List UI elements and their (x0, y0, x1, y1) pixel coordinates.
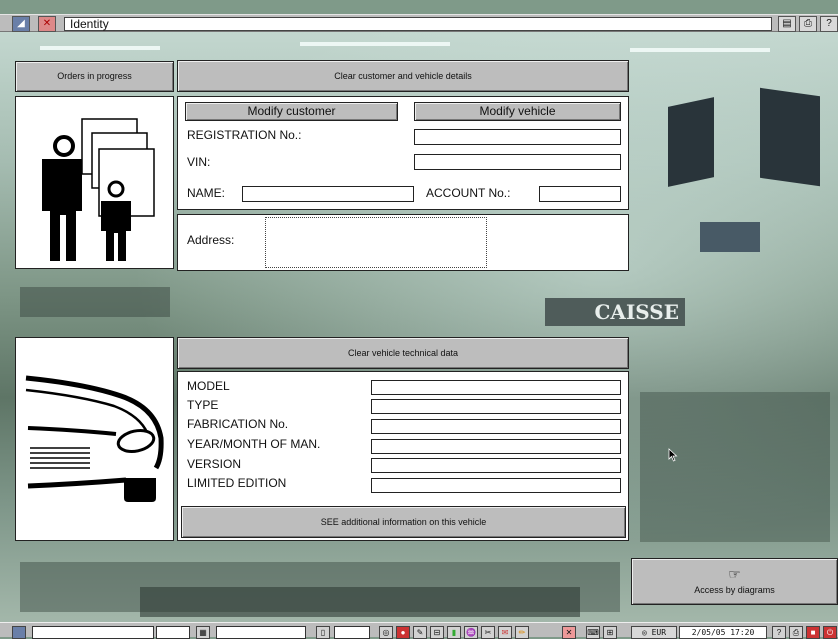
account-label: ACCOUNT No.: (426, 186, 511, 200)
status-bar: ▦ ▯ ◎ ● ✎ ⊟ ▮ ♒ ✂ ✉ ✏ ✕ ⌨ ⊞ ◎ EUR 2/05/0… (0, 622, 838, 639)
model-label: MODEL (187, 379, 230, 393)
vehicle-illustration (15, 337, 174, 541)
name-label: NAME: (187, 186, 226, 200)
wrench-icon[interactable]: ✂ (481, 626, 495, 639)
version-field[interactable] (371, 458, 621, 473)
version-label: VERSION (187, 457, 242, 471)
registration-label: REGISTRATION No.: (187, 128, 302, 142)
app-icon[interactable]: ◢ (12, 16, 30, 32)
hanging-banner (668, 97, 714, 187)
address-field[interactable] (265, 217, 487, 268)
store-shelf (640, 392, 830, 542)
caisse-sign: CAISSE (545, 298, 685, 326)
document-icon[interactable]: ▯ (316, 626, 330, 639)
network-icon[interactable]: ⊟ (430, 626, 444, 639)
pointing-hand-icon: ☞ (728, 566, 741, 582)
vehicle-form-panel: MODEL TYPE FABRICATION No. YEAR/MONTH OF… (177, 371, 629, 541)
currency-indicator[interactable]: ◎ EUR (631, 626, 677, 639)
disc-icon[interactable]: ◎ (379, 626, 393, 639)
currency-label: EUR (651, 628, 667, 637)
vin-field[interactable] (414, 154, 621, 170)
mail-icon[interactable]: ✉ (498, 626, 512, 639)
modify-vehicle-button[interactable]: Modify vehicle (414, 102, 621, 121)
status-field-1[interactable] (32, 626, 154, 639)
clear-vehicle-data-button[interactable]: Clear vehicle technical data (177, 337, 629, 369)
model-field[interactable] (371, 380, 621, 395)
see-additional-info-button[interactable]: SEE additional information on this vehic… (181, 506, 626, 538)
window-title: Identity (64, 17, 772, 31)
euro-icon: ◎ (641, 628, 647, 637)
app-icon[interactable] (12, 626, 26, 639)
clear-customer-vehicle-button[interactable]: Clear customer and vehicle details (177, 60, 629, 92)
limited-edition-field[interactable] (371, 478, 621, 493)
print-icon[interactable]: ⎙ (789, 626, 803, 639)
fabrication-field[interactable] (371, 419, 621, 434)
stop-app-icon[interactable]: ✕ (562, 626, 576, 639)
ceiling-light (300, 42, 450, 46)
help-icon[interactable]: ? (772, 626, 786, 639)
battery-icon[interactable]: ▮ (447, 626, 461, 639)
calculator-icon[interactable]: ▦ (196, 626, 210, 639)
account-field[interactable] (539, 186, 621, 202)
keyboard-icon[interactable]: ⌨ (586, 626, 600, 639)
fabrication-label: FABRICATION No. (187, 417, 289, 431)
customer-illustration (15, 96, 174, 269)
type-label: TYPE (187, 398, 219, 412)
tool-icon[interactable]: ✎ (413, 626, 427, 639)
address-panel: Address: (177, 214, 629, 271)
people-icon (42, 118, 155, 261)
notes-icon[interactable]: ▤ (778, 16, 796, 32)
print-icon[interactable]: ⎙ (799, 16, 817, 32)
ceiling-light (630, 48, 770, 52)
orders-in-progress-button[interactable]: Orders in progress (15, 61, 174, 92)
status-field-2[interactable] (156, 626, 190, 639)
store-shelf (20, 287, 170, 317)
help-icon[interactable]: ? (820, 16, 838, 32)
name-field[interactable] (242, 186, 414, 202)
poster (700, 222, 760, 252)
modify-customer-button[interactable]: Modify customer (185, 102, 398, 121)
address-label: Address: (187, 233, 235, 247)
mouse-cursor-icon (668, 448, 678, 462)
pencil-icon[interactable]: ✏ (515, 626, 529, 639)
hanging-banner (760, 87, 820, 187)
title-bar: ◢ ✕ Identity ▤ ⎙ ? (0, 14, 838, 32)
status-field-3[interactable] (216, 626, 306, 639)
vin-label: VIN: (187, 155, 211, 169)
ceiling-light (40, 46, 160, 50)
close-window-icon[interactable]: ✕ (38, 16, 56, 32)
registration-field[interactable] (414, 129, 621, 145)
year-month-field[interactable] (371, 439, 621, 454)
record-icon[interactable]: ● (396, 626, 410, 639)
access-by-diagrams-button[interactable]: ☞ Access by diagrams (631, 558, 838, 605)
limited-edition-label: LIMITED EDITION (187, 476, 287, 490)
access-by-diagrams-label: Access by diagrams (694, 585, 775, 595)
car-icon (25, 375, 164, 502)
customer-form-panel: Modify customer Modify vehicle REGISTRAT… (177, 96, 629, 210)
year-month-label: YEAR/MONTH OF MAN. (187, 437, 321, 451)
meter-icon[interactable]: ♒ (464, 626, 478, 639)
network-status-icon[interactable]: ⊞ (603, 626, 617, 639)
type-field[interactable] (371, 399, 621, 414)
stop-icon[interactable]: ■ (806, 626, 820, 639)
power-icon[interactable]: ⏻ (823, 626, 837, 639)
date-time-display: 2/05/05 17:20 (679, 626, 767, 639)
status-field-4[interactable] (334, 626, 370, 639)
store-shelf (140, 587, 580, 617)
